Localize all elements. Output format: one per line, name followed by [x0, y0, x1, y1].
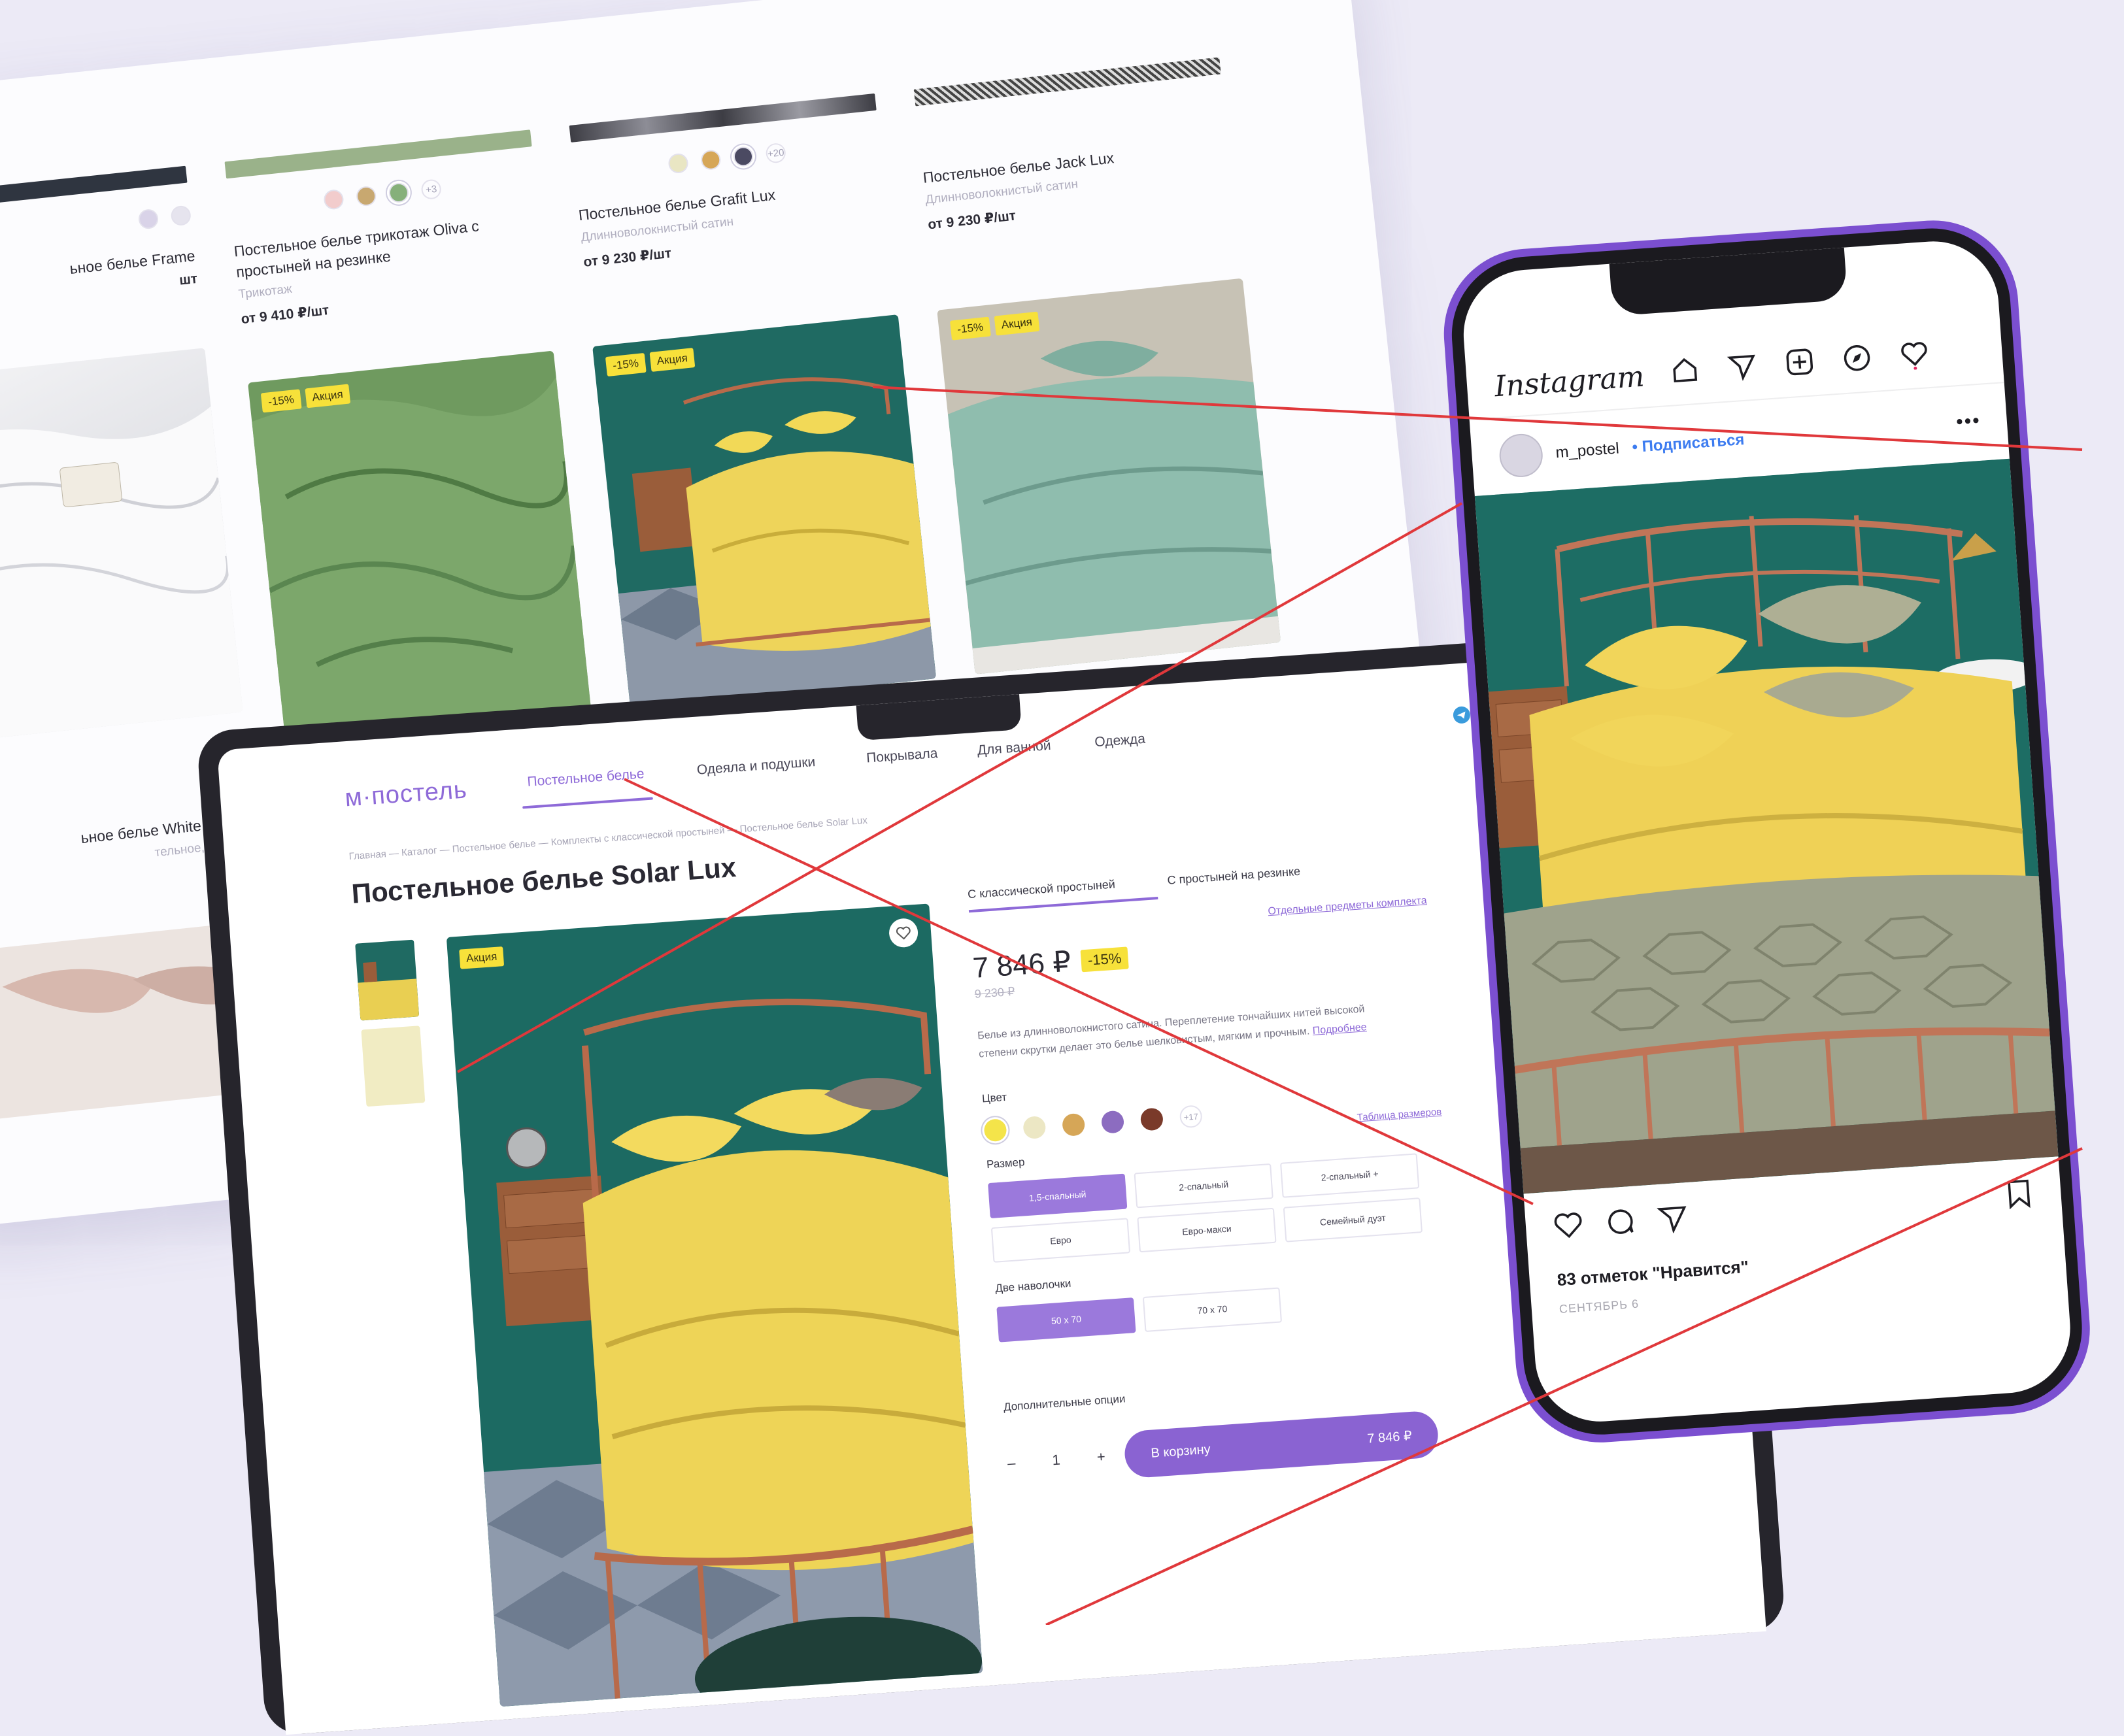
qty-value[interactable]: 1: [1052, 1452, 1061, 1469]
brand-logo[interactable]: м·постель: [344, 776, 468, 812]
share-send-icon[interactable]: [1657, 1202, 1689, 1237]
post-header: m_postel • Подписаться: [1498, 418, 1745, 479]
pillowcase-option-selected[interactable]: 50 х 70: [996, 1297, 1136, 1343]
avatar[interactable]: [1498, 432, 1544, 479]
color-dot-selected[interactable]: [388, 182, 410, 204]
more-colors[interactable]: +20: [765, 142, 787, 164]
discount-badge: -15%: [1080, 946, 1129, 972]
product-photo-mint[interactable]: -15% Акция: [937, 278, 1281, 675]
nav-bedspreads[interactable]: Покрывала: [866, 746, 938, 767]
qty-minus-button[interactable]: –: [1007, 1454, 1016, 1472]
post-date: СЕНТЯБРЬ 6: [1559, 1297, 1640, 1316]
size-option[interactable]: 2-спальный +: [1280, 1153, 1420, 1198]
fabric-swatch: [913, 57, 1221, 107]
add-to-cart-button[interactable]: В корзину 7 846 ₽: [1123, 1410, 1440, 1479]
fabric-swatch: [569, 93, 877, 142]
username[interactable]: m_postel: [1555, 439, 1620, 462]
discount-badge: -15%: [605, 352, 647, 377]
add-to-cart-label: В корзину: [1150, 1441, 1211, 1461]
bookmark-icon[interactable]: [2005, 1178, 2033, 1213]
page-title: Постельное белье Solar Lux: [350, 851, 737, 909]
instagram-screen: Instagram m_postel • Подписаться ••• 83 …: [1459, 237, 2075, 1426]
follow-button[interactable]: • Подписаться: [1632, 431, 1745, 457]
phone-mockup: Instagram m_postel • Подписаться ••• 83 …: [1438, 214, 2096, 1448]
main-product-photo[interactable]: Акция: [446, 903, 983, 1707]
size-option[interactable]: 2-спальный: [1134, 1163, 1273, 1209]
size-option[interactable]: Евро-макси: [1137, 1207, 1277, 1253]
tab-fitted-sheet[interactable]: С простыней на резинке: [1167, 865, 1302, 900]
product-card[interactable]: +3 Постельное белье трикотаж Oliva с про…: [224, 129, 547, 327]
likes-count[interactable]: 83 отметок "Нравится": [1557, 1257, 1749, 1290]
extra-options-label[interactable]: Дополнительные опции: [1003, 1369, 1460, 1414]
post-photo[interactable]: [1474, 458, 2059, 1194]
product-photo-green[interactable]: -15% Акция: [248, 350, 592, 747]
nav-clothing[interactable]: Одежда: [1094, 731, 1146, 750]
product-info: С классической простыней С простыней на …: [967, 856, 1465, 1487]
size-option[interactable]: Семейный дуэт: [1283, 1197, 1423, 1243]
instagram-nav-icons: [1668, 337, 1931, 387]
read-more-link[interactable]: Подробнее: [1312, 1022, 1367, 1037]
explore-compass-icon[interactable]: [1840, 341, 1874, 375]
more-colors[interactable]: +3: [420, 178, 443, 201]
discount-badge: -15%: [260, 389, 302, 413]
product-photo-white[interactable]: [0, 348, 243, 744]
breadcrumb[interactable]: Главная — Каталог — Постельное белье — К…: [348, 815, 868, 862]
color-dot-selected[interactable]: [732, 145, 754, 167]
instagram-logo[interactable]: Instagram: [1494, 360, 1645, 404]
telegram-icon[interactable]: [1451, 705, 1472, 726]
add-to-cart-price: 7 846 ₽: [1366, 1428, 1413, 1446]
pillowcase-option[interactable]: 70 х 70: [1142, 1287, 1283, 1332]
fabric-swatch: [224, 129, 532, 179]
like-heart-icon[interactable]: [1553, 1209, 1585, 1244]
size-option-selected[interactable]: 1,5-спальный: [988, 1173, 1128, 1219]
thumbnail-bedroom[interactable]: [355, 939, 420, 1021]
nav-blankets[interactable]: Одеяла и подушки: [696, 754, 816, 778]
home-icon[interactable]: [1668, 354, 1702, 387]
size-option[interactable]: Евро: [990, 1218, 1131, 1263]
purchase-row: – 1 + В корзину 7 846 ₽: [1006, 1408, 1466, 1487]
nav-active-indicator: [522, 797, 653, 809]
product-price: 7 846 ₽: [971, 945, 1072, 984]
product-card[interactable]: +20 Постельное белье Grafit Lux Длинново…: [569, 93, 890, 271]
product-card[interactable]: ьное белье Frame шт: [0, 165, 198, 319]
more-options-icon[interactable]: •••: [1955, 410, 1981, 434]
color-dot[interactable]: [170, 205, 192, 227]
description-text: Белье из длинноволокнистого сатина. Пере…: [977, 1003, 1365, 1060]
comment-icon[interactable]: [1604, 1206, 1636, 1241]
add-post-icon[interactable]: [1783, 345, 1816, 378]
thumbnail-list: [355, 939, 426, 1116]
nav-bathroom[interactable]: Для ванной: [977, 738, 1051, 759]
color-dot[interactable]: [322, 188, 345, 210]
color-dot[interactable]: [700, 149, 722, 171]
color-dot[interactable]: [137, 208, 160, 230]
size-options: 1,5-спальный 2-спальный 2-спальный + Евр…: [988, 1151, 1450, 1263]
quantity-stepper: – 1 +: [1007, 1448, 1105, 1472]
color-dot[interactable]: [355, 185, 377, 207]
promo-badge: Акция: [459, 946, 505, 969]
instagram-top-bar: Instagram: [1465, 322, 2004, 411]
scene: ьное белье Frame шт +3 Постельное белье …: [0, 0, 2124, 1736]
discount-badge: -15%: [950, 316, 991, 341]
thumbnail-fabric[interactable]: [361, 1026, 426, 1107]
product-description: Белье из длинноволокнистого сатина. Пере…: [977, 998, 1396, 1064]
product-card[interactable]: Постельное белье Jack Lux Длинноволокнис…: [913, 57, 1235, 233]
post-actions: [1553, 1202, 1689, 1244]
color-dot[interactable]: [667, 152, 690, 175]
send-icon[interactable]: [1725, 349, 1759, 382]
activity-heart-icon[interactable]: [1898, 337, 1931, 371]
qty-plus-button[interactable]: +: [1096, 1448, 1106, 1466]
product-photo-yellow[interactable]: -15% Акция: [592, 314, 937, 711]
nav-bedding[interactable]: Постельное белье: [527, 766, 645, 790]
